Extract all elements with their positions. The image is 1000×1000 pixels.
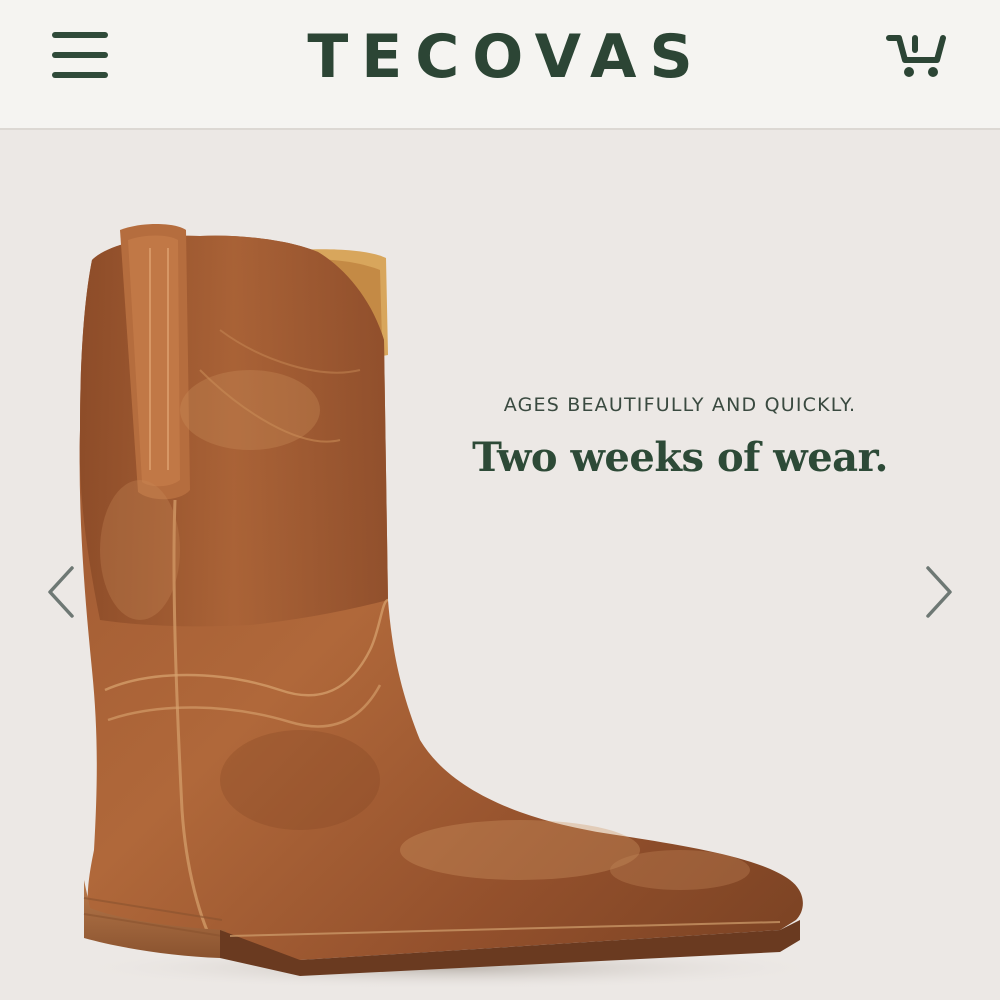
page: TECOVAS AGES BEAUTIFULLY AND QUICKLY. Tw…	[0, 0, 1000, 1000]
site-header: TECOVAS	[0, 0, 1000, 130]
hero-headline: Two weeks of wear.	[472, 434, 888, 481]
brand-logo[interactable]: TECOVAS	[0, 20, 1000, 94]
shopping-cart-icon[interactable]	[885, 30, 949, 82]
hero-eyebrow-text: AGES BEAUTIFULLY AND QUICKLY.	[503, 394, 857, 416]
chevron-left-icon[interactable]	[42, 562, 82, 622]
chevron-right-icon[interactable]	[918, 562, 958, 622]
hero-carousel: AGES BEAUTIFULLY AND QUICKLY. Two weeks …	[0, 130, 1000, 1000]
boot-product-image	[70, 224, 830, 990]
